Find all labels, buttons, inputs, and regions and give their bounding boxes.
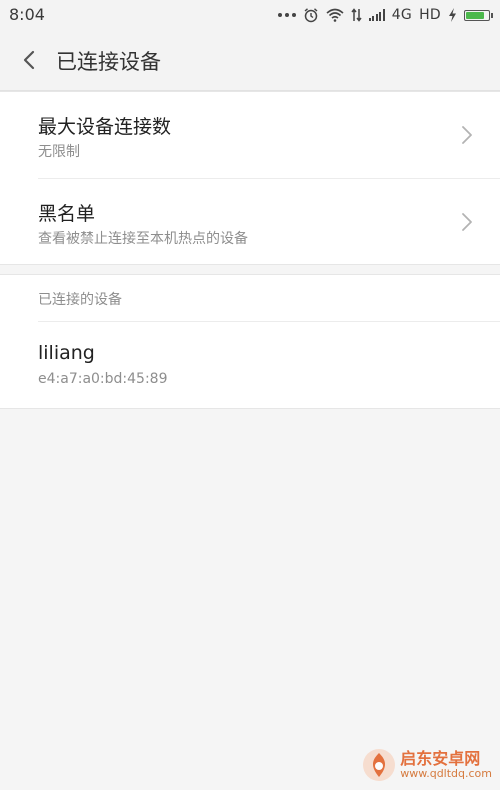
- page-title: 已连接设备: [56, 50, 161, 74]
- watermark: 启东安卓网 www.qdltdq.com: [362, 748, 492, 782]
- back-button[interactable]: [14, 44, 46, 76]
- connected-devices-section: 已连接的设备 liliang e4:a7:a0:bd:45:89: [0, 274, 500, 409]
- status-bar: 8:04 4G HD: [0, 0, 500, 30]
- status-icons: 4G HD: [277, 4, 493, 26]
- section-header: 已连接的设备: [38, 292, 122, 308]
- watermark-logo-icon: [363, 749, 396, 781]
- device-name: liliang: [38, 342, 95, 364]
- data-transfer-icon: [351, 8, 362, 22]
- device-list-item[interactable]: liliang e4:a7:a0:bd:45:89: [0, 322, 500, 408]
- alarm-icon: [304, 8, 318, 23]
- signal-strength-icon: [368, 9, 385, 21]
- battery-icon: [464, 9, 493, 21]
- battery-level-fill: [466, 11, 484, 19]
- blacklist-item[interactable]: 黑名单 查看被禁止连接至本机热点的设备: [0, 179, 500, 265]
- blacklist-description: 查看被禁止连接至本机热点的设备: [38, 231, 248, 247]
- hd-voice-label: HD: [419, 7, 441, 23]
- app-bar: 已连接设备: [0, 30, 500, 91]
- device-mac-address: e4:a7:a0:bd:45:89: [38, 371, 168, 387]
- more-notifications-icon: [277, 13, 296, 17]
- network-type-label: 4G: [391, 7, 413, 23]
- max-connections-value: 无限制: [38, 144, 80, 160]
- blacklist-title: 黑名单: [38, 203, 96, 225]
- status-time: 8:04: [9, 5, 45, 24]
- watermark-name: 启东安卓网: [400, 748, 481, 768]
- charging-bolt-icon: [449, 8, 456, 22]
- chevron-right-icon: [462, 126, 472, 144]
- chevron-right-icon: [462, 213, 472, 231]
- settings-card: 最大设备连接数 无限制 黑名单 查看被禁止连接至本机热点的设备: [0, 91, 500, 265]
- max-connections-item[interactable]: 最大设备连接数 无限制: [0, 92, 500, 179]
- wifi-hotspot-icon: [326, 8, 344, 22]
- chevron-left-icon: [23, 50, 35, 70]
- max-connections-title: 最大设备连接数: [38, 116, 172, 138]
- watermark-url: www.qdltdq.com: [400, 766, 492, 780]
- watermark-text: 启东安卓网 www.qdltdq.com: [400, 748, 492, 780]
